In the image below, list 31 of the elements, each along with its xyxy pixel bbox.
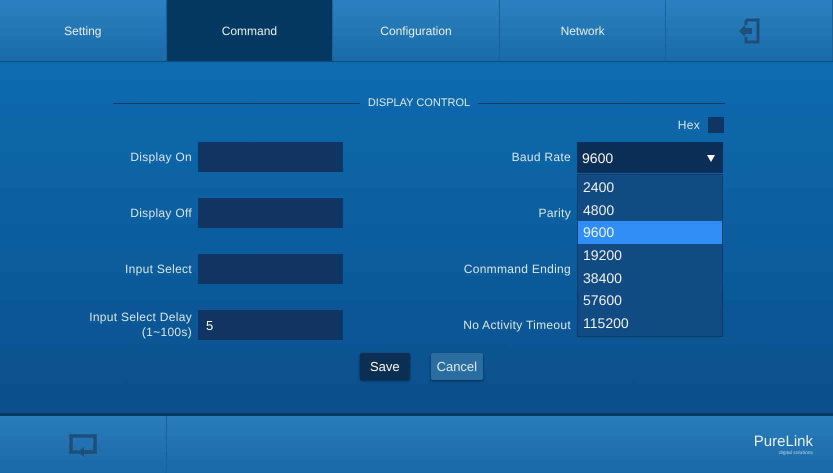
caret-icon	[707, 154, 715, 162]
hex-checkbox[interactable]	[708, 117, 724, 133]
input-field[interactable]: 5	[198, 310, 343, 340]
tab[interactable]: Network	[500, 0, 666, 61]
field-label: Conmmand Ending	[462, 262, 571, 276]
input-field[interactable]	[198, 198, 343, 228]
dropdown-option[interactable]: 38400	[578, 266, 722, 290]
field-label: Baud Rate	[510, 150, 571, 164]
field-label: No Activity Timeout	[462, 318, 571, 332]
field-label: Parity	[538, 206, 571, 220]
field-label: Input Select	[124, 262, 192, 276]
return-icon	[67, 432, 99, 456]
field-label: Display On	[129, 150, 192, 164]
dropdown-option[interactable]: 115200	[578, 312, 722, 335]
save-button[interactable]: Save	[360, 353, 410, 380]
dropdown-option[interactable]: 19200	[578, 244, 722, 267]
dropdown-option[interactable]: 57600	[578, 289, 722, 312]
tab[interactable]: Command	[166, 0, 334, 61]
dropdown-option[interactable]: 4800	[578, 198, 722, 222]
section-title: DISPLAY CONTROL	[368, 97, 470, 109]
dropdown-option[interactable]: 2400	[578, 176, 722, 199]
field-value: 5	[206, 318, 214, 332]
field-label: Input Select Delay (1~100s)	[88, 310, 192, 340]
hex-label: Hex	[678, 118, 700, 132]
brand-logo: PureLink	[754, 433, 813, 450]
baud-rate-dropdown[interactable]: 9600	[577, 142, 723, 173]
tab[interactable]: Configuration	[333, 0, 500, 61]
input-field[interactable]	[198, 142, 343, 172]
cancel-button[interactable]: Cancel	[430, 353, 484, 380]
field-label: Display Off	[129, 206, 192, 220]
input-field[interactable]	[198, 254, 343, 284]
